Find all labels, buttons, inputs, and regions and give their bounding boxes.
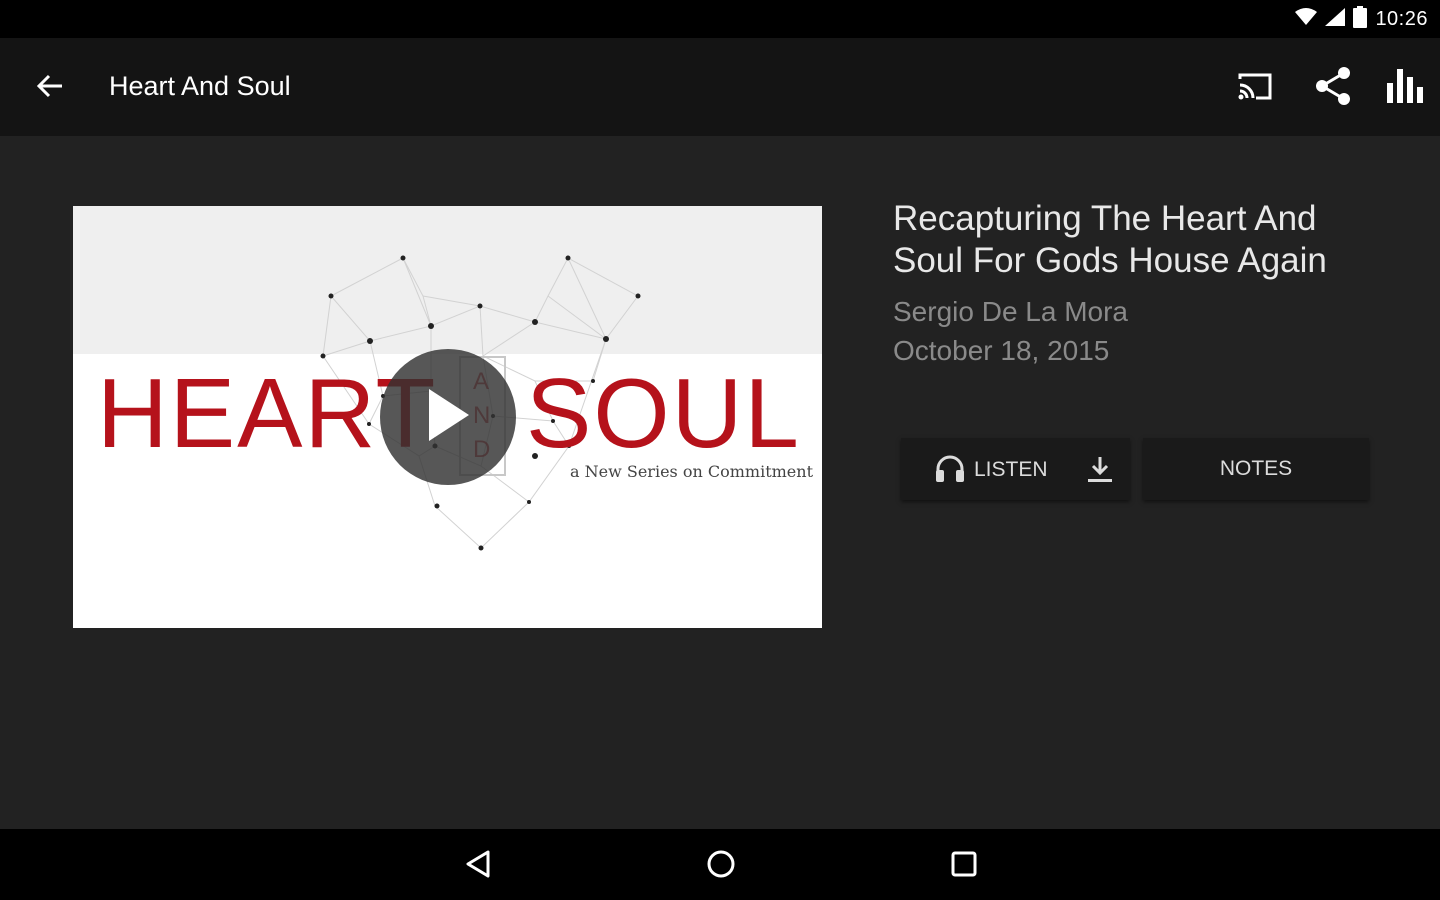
cast-button[interactable] (1231, 64, 1279, 112)
equalizer-icon (1386, 68, 1424, 108)
artwork-word-soul: SOUL (526, 358, 801, 468)
home-circle-icon (706, 849, 736, 884)
sermon-date: October 18, 2015 (893, 335, 1110, 366)
back-triangle-icon (464, 849, 492, 884)
sermon-title: Recapturing The Heart And Soul For Gods … (893, 199, 1327, 280)
status-bar: 10:26 (0, 0, 1440, 38)
notes-label: NOTES (1219, 457, 1293, 480)
nav-home-button[interactable] (699, 844, 743, 888)
battery-icon (1353, 5, 1368, 33)
wifi-icon (1295, 7, 1318, 31)
cast-icon (1236, 71, 1274, 106)
headphones-icon (935, 455, 965, 488)
listen-button[interactable]: LISTEN (901, 438, 1130, 500)
sermon-speaker: Sergio De La Mora (893, 296, 1129, 327)
system-nav-bar (0, 829, 1440, 900)
status-icons: 10:26 (1295, 5, 1428, 33)
content-area: A N D HEART SOUL a New Series on Commitm… (0, 136, 1440, 829)
page-title: Heart And Soul (109, 71, 291, 101)
artwork-tagline: a New Series on Commitment (570, 462, 813, 481)
cell-signal-icon (1325, 7, 1346, 31)
status-time: 10:26 (1375, 7, 1428, 30)
back-button[interactable] (26, 68, 74, 108)
play-icon (423, 387, 473, 448)
recents-square-icon (950, 850, 978, 883)
listen-label: LISTEN (974, 458, 1048, 481)
notes-button[interactable]: NOTES (1143, 438, 1369, 500)
download-icon[interactable] (1085, 454, 1115, 489)
nav-recents-button[interactable] (942, 844, 986, 888)
share-icon (1314, 66, 1352, 111)
play-button[interactable] (380, 349, 516, 485)
share-button[interactable] (1309, 64, 1357, 112)
stats-button[interactable] (1381, 64, 1429, 112)
nav-back-button[interactable] (456, 844, 500, 888)
video-thumbnail[interactable]: A N D HEART SOUL a New Series on Commitm… (73, 206, 822, 628)
arrow-left-icon (36, 74, 64, 103)
app-bar: Heart And Soul (0, 38, 1440, 136)
